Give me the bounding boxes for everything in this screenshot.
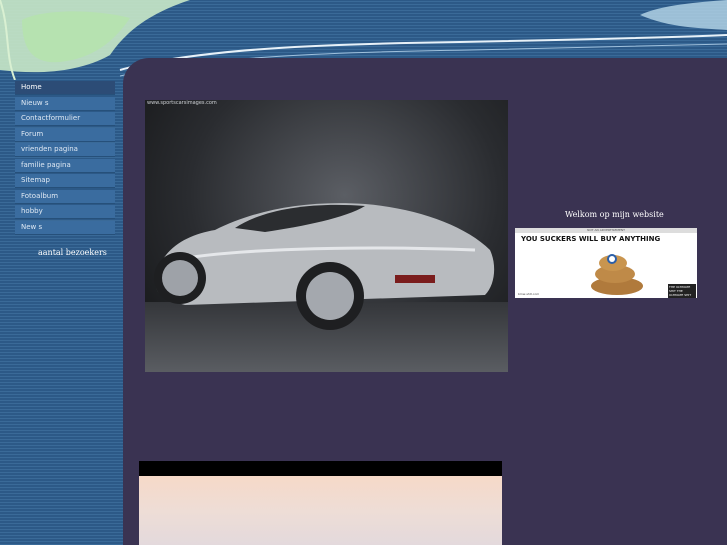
welcome-text: Welkom op mijn website — [565, 210, 664, 219]
nav-item-hobby[interactable]: hobby — [15, 205, 115, 219]
nav-item-vrienden[interactable]: vrienden pagina — [15, 143, 115, 157]
car-illustration — [154, 203, 495, 330]
ad-side-text: THE ULTIMATE SHIT THE ULTIMATE SHIT MACH… — [668, 284, 696, 298]
nav-item-familie[interactable]: familie pagina — [15, 158, 115, 173]
nav-item-nieuws[interactable]: Nieuw s — [15, 96, 115, 111]
main-navigation: Home Nieuw s Contactformulier Forum vrie… — [15, 81, 115, 236]
ad-footer-text: bmw-shit.com — [518, 292, 540, 296]
nav-item-fotoalbum[interactable]: Fotoalbum — [15, 189, 115, 204]
nav-item-forum[interactable]: Forum — [15, 127, 115, 142]
visitor-counter-label: aantal bezoekers — [38, 248, 107, 257]
nav-item-home[interactable]: Home — [15, 81, 115, 95]
car-photo: www.sportscarsimages.com — [145, 100, 508, 372]
nav-item-sitemap[interactable]: Sitemap — [15, 174, 115, 188]
bottom-image — [139, 461, 502, 545]
ad-banner[interactable]: NOT AN ADVERTISEMENT YOU SUCKERS WILL BU… — [515, 228, 697, 298]
nav-item-news[interactable]: New s — [15, 220, 115, 235]
nav-item-contactformulier[interactable]: Contactformulier — [15, 112, 115, 126]
